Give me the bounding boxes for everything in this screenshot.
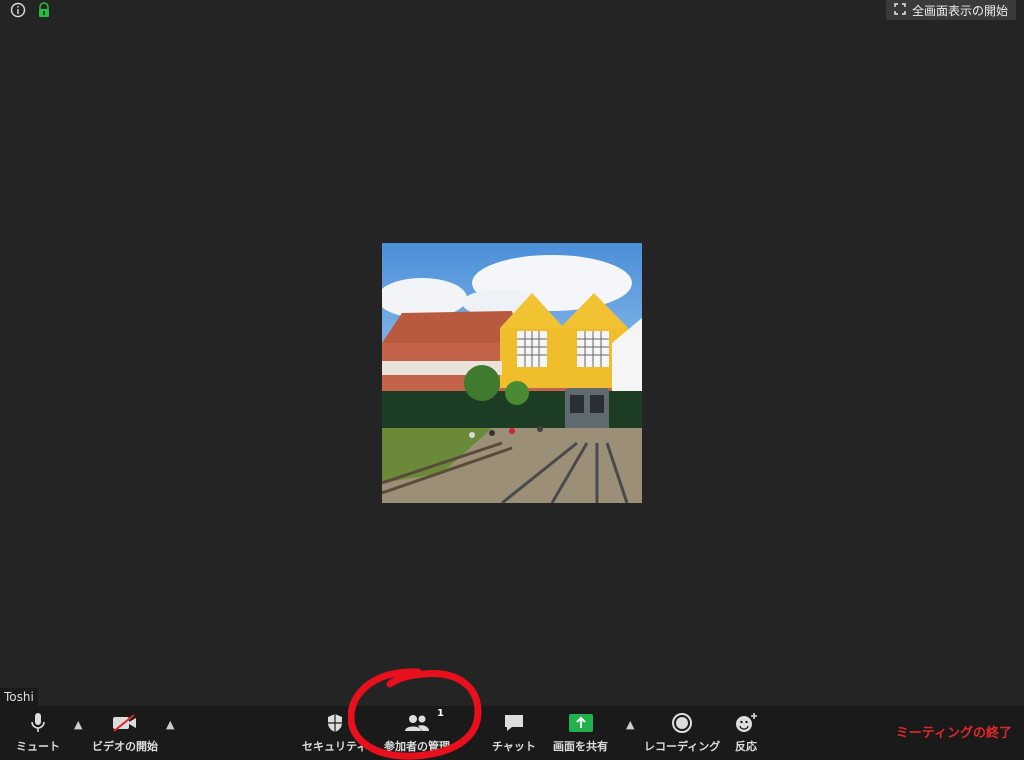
topbar-left [10, 2, 52, 18]
mute-button[interactable]: ミュート [16, 712, 60, 754]
reactions-button[interactable]: 反応 [734, 712, 758, 754]
video-off-icon [113, 714, 136, 732]
meeting-window: 全画面表示の開始 Toshi ミュート ▲ ビデオの開始 ▲ セキュリティ 1 … [0, 0, 1024, 760]
shield-lock-icon[interactable] [36, 2, 52, 18]
station-image [382, 243, 642, 503]
share-screen-icon [568, 714, 593, 732]
fullscreen-icon [894, 2, 906, 18]
participant-name: Toshi [0, 688, 38, 706]
reactions-label: 反応 [735, 740, 757, 753]
participant-video[interactable] [382, 243, 642, 503]
mute-label: ミュート [16, 740, 60, 753]
share-screen-label: 画面を共有 [553, 740, 608, 753]
record-button[interactable]: レコーディング [644, 712, 720, 754]
security-button[interactable]: セキュリティ [302, 712, 367, 754]
shield-icon [327, 714, 342, 732]
manage-participants-label: 参加者の管理 [384, 740, 450, 753]
participants-icon [405, 715, 429, 731]
fullscreen-label: 全画面表示の開始 [911, 3, 1008, 18]
fullscreen-button[interactable]: 全画面表示の開始 [885, 0, 1016, 20]
emoji-add-icon [736, 713, 757, 732]
security-label: セキュリティ [302, 740, 368, 753]
share-screen-button[interactable]: 画面を共有 [553, 712, 608, 754]
chat-button[interactable]: チャット [492, 712, 536, 754]
share-options-caret[interactable]: ▲ [626, 718, 634, 731]
end-meeting-button[interactable]: ミーティングの終了 [896, 722, 1012, 741]
record-icon [672, 713, 693, 733]
video-options-caret[interactable]: ▲ [166, 718, 174, 731]
start-video-label: ビデオの開始 [92, 740, 158, 753]
audio-options-caret[interactable]: ▲ [74, 718, 82, 731]
meeting-toolbar: ミュート ▲ ビデオの開始 ▲ セキュリティ 1 参加者の管理 チャット 画面を… [0, 706, 1024, 760]
manage-participants-button[interactable]: 1 参加者の管理 [384, 708, 450, 754]
record-label: レコーディング [644, 740, 721, 753]
chat-label: チャット [492, 740, 536, 753]
participants-count: 1 [437, 708, 444, 719]
chat-bubble-icon [504, 715, 523, 731]
info-icon[interactable] [10, 2, 26, 18]
start-video-button[interactable]: ビデオの開始 [92, 712, 158, 754]
microphone-icon [31, 713, 45, 732]
